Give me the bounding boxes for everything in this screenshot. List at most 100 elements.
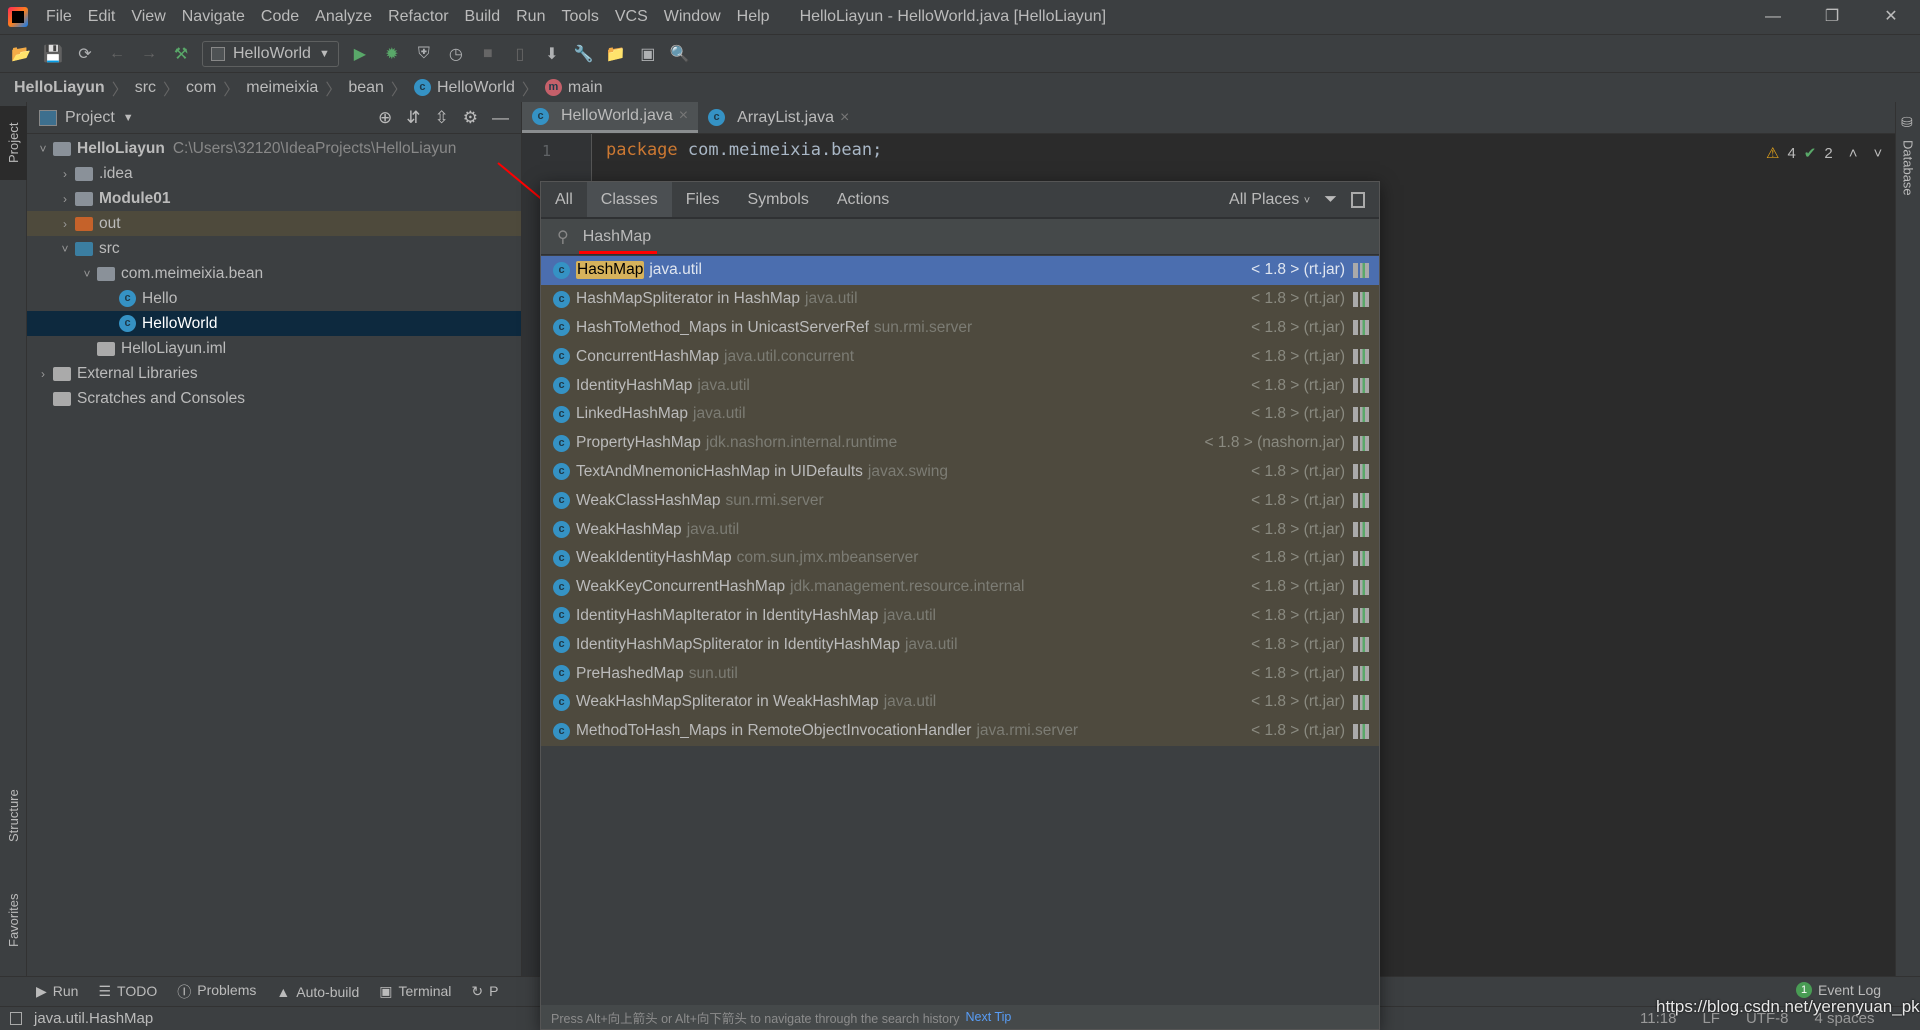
tab-all[interactable]: All [541,182,587,217]
tool-button-todo[interactable]: ☰ TODO [98,983,157,1000]
menu-run[interactable]: Run [508,8,553,26]
breadcrumb-item[interactable]: meimeixia [246,79,318,97]
tool-button-terminal[interactable]: ▣ Terminal [379,983,451,1000]
result-item[interactable]: c IdentityHashMapSpliterator in IdentityH… [541,630,1379,660]
chevron-down-icon[interactable]: ˅ [55,242,75,256]
chevron-right-icon[interactable]: › [55,192,75,206]
chevron-down-icon[interactable]: ˅ [33,142,53,156]
result-item[interactable]: c MethodToHash_Maps in RemoteObjectInvoca… [541,716,1379,746]
result-item[interactable]: c PropertyHashMap jdk.nashorn.internal.run… [541,428,1379,458]
menu-window[interactable]: Window [656,8,729,26]
chevron-down-icon[interactable]: ˅ [77,267,97,281]
project-view-select[interactable]: Project [65,109,115,127]
tab-actions[interactable]: Actions [823,182,903,217]
sdk-download-icon[interactable]: ⬇ [541,43,563,65]
next-tip-link[interactable]: Next Tip [966,1010,1012,1024]
inspection-widget[interactable]: ⚠ 4 ✔ 2 ˄ ˅ [1766,144,1882,163]
save-icon[interactable]: 💾 [42,43,64,65]
menu-build[interactable]: Build [457,8,509,26]
result-item[interactable]: c IdentityHashMapIterator in IdentityHash… [541,601,1379,631]
breadcrumb-item[interactable]: HelloLiayun [14,79,105,97]
tab-files[interactable]: Files [672,182,734,217]
chevron-down-icon[interactable]: ˅ [1873,145,1882,162]
result-item[interactable]: c WeakHashMap java.util < 1.8 > (rt.jar) [541,515,1379,544]
build-hammer-icon[interactable]: ⚒ [170,43,192,65]
minimize-button[interactable]: — [1744,0,1802,34]
editor-tab[interactable]: c ArrayList.java × [698,102,859,133]
profile-icon[interactable]: ◷ [445,43,467,65]
breadcrumb-item[interactable]: HelloWorld [437,79,515,97]
editor-tab[interactable]: c HelloWorld.java × [522,102,699,133]
result-item[interactable]: c LinkedHashMap java.util < 1.8 > (rt.jar) [541,399,1379,429]
chevron-right-icon[interactable]: › [33,367,53,381]
result-item[interactable]: c ConcurrentHashMap java.util.concurrent < … [541,342,1379,372]
event-log-button[interactable]: 1 Event Log [1796,982,1881,998]
menu-vcs[interactable]: VCS [607,8,656,26]
search-icon[interactable]: 🔍 [669,43,691,65]
result-item[interactable]: c WeakKeyConcurrentHashMap jdk.management.… [541,572,1379,602]
result-item[interactable]: c IdentityHashMap java.util < 1.8 > (rt.jar… [541,371,1379,400]
chevron-right-icon[interactable]: › [55,217,75,231]
tree-item[interactable]: ˅ com.meimeixia.bean [27,261,521,286]
menu-tools[interactable]: Tools [553,8,606,26]
search-input[interactable]: HashMap [578,228,658,254]
result-item[interactable]: c WeakHashMapSpliterator in WeakHashMap ja… [541,687,1379,717]
tree-item[interactable]: Scratches and Consoles [27,386,521,411]
menu-navigate[interactable]: Navigate [174,8,253,26]
close-button[interactable]: ✕ [1862,0,1920,34]
locate-target-icon[interactable]: ⊕ [378,108,392,128]
forward-icon[interactable]: → [138,43,160,65]
result-item[interactable]: c HashMap java.util < 1.8 > (rt.jar) [541,256,1379,285]
tree-item[interactable]: › .idea [27,161,521,186]
settings-wrench-icon[interactable]: 🔧 [573,43,595,65]
tab-classes[interactable]: Classes [586,182,672,217]
project-structure-icon[interactable]: 📁 [605,43,627,65]
run-icon[interactable]: ▶ [349,43,371,65]
tree-item[interactable]: HelloLiayun.iml [27,336,521,361]
chevron-up-icon[interactable]: ˄ [1849,145,1858,162]
database-tool-tab[interactable]: Database [1896,136,1920,200]
scope-select[interactable]: All Places ˅ [1229,191,1310,209]
device-icon[interactable]: ▯ [509,43,531,65]
open-folder-icon[interactable]: 📂 [10,43,32,65]
tree-item[interactable]: c HelloWorld [27,311,521,336]
debug-bug-icon[interactable]: ✹ [381,43,403,65]
chevron-right-icon[interactable]: › [55,167,75,181]
project-tool-tab[interactable]: Project [0,106,27,180]
tool-button-p[interactable]: ↻ P [471,983,498,1000]
restore-button[interactable]: ❐ [1803,0,1861,34]
tree-item[interactable]: ˅ HelloLiayun C:\Users\32120\IdeaProjects\… [27,136,521,161]
tree-item[interactable]: › out [27,211,521,236]
breadcrumb-item[interactable]: bean [348,79,384,97]
menu-help[interactable]: Help [729,8,778,26]
stop-icon[interactable]: ■ [477,43,499,65]
tree-item[interactable]: ˅ src [27,236,521,261]
result-item[interactable]: c TextAndMnemonicHashMap in UIDefaults jav… [541,457,1379,487]
hide-panel-icon[interactable]: — [492,108,509,128]
tree-item[interactable]: › External Libraries [27,361,521,386]
gear-icon[interactable]: ⚙ [463,108,478,128]
tool-button-run[interactable]: ▶ Run [36,983,78,1000]
coverage-icon[interactable]: ⛨ [413,43,435,65]
terminal-window-icon[interactable]: ▣ [637,43,659,65]
tool-button-problems[interactable]: Ⓘ Problems [177,982,256,1002]
menu-edit[interactable]: Edit [80,8,124,26]
menu-code[interactable]: Code [253,8,307,26]
back-icon[interactable]: ← [106,43,128,65]
close-icon[interactable]: × [840,109,849,127]
menu-analyze[interactable]: Analyze [307,8,380,26]
result-item[interactable]: c WeakIdentityHashMap com.sun.jmx.mbeanser… [541,543,1379,573]
tab-symbols[interactable]: Symbols [733,182,822,217]
breadcrumb-item[interactable]: src [135,79,156,97]
breadcrumb-item[interactable]: main [568,79,603,97]
close-icon[interactable]: × [679,107,688,125]
result-item[interactable]: c HashToMethod_Maps in UnicastServerRef su… [541,313,1379,343]
open-in-window-icon[interactable] [1351,191,1365,208]
menu-refactor[interactable]: Refactor [380,8,456,26]
favorites-tool-tab[interactable]: Favorites [0,880,27,960]
breadcrumb-item[interactable]: com [186,79,216,97]
result-item[interactable]: c WeakClassHashMap sun.rmi.server < 1.8 > (… [541,486,1379,516]
tool-button-auto-build[interactable]: ▲ Auto-build [276,984,359,1000]
menu-file[interactable]: File [38,8,80,26]
collapse-all-icon[interactable]: ⇳ [435,108,449,128]
